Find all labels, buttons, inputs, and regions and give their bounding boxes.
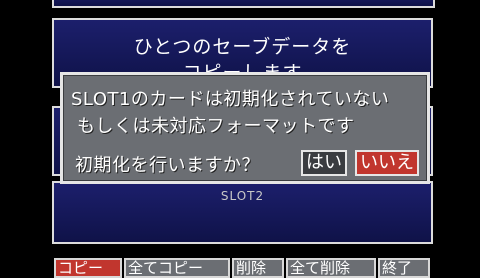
menu-copy-button[interactable]: コピー xyxy=(54,258,122,278)
menu-delete-all-button[interactable]: 全て削除 xyxy=(286,258,376,278)
title-line-1: ひとつのセーブデータを xyxy=(133,36,352,58)
menu-copy-all-button[interactable]: 全てコピー xyxy=(124,258,230,278)
slot2-label: SLOT2 xyxy=(220,189,265,203)
dialog-message-line-2: もしくは未対応フォーマットです xyxy=(77,116,355,137)
initialize-dialog: SLOT1のカードは初期化されていない もしくは未対応フォーマットです 初期化を… xyxy=(60,72,430,184)
slot2-panel: SLOT2 xyxy=(52,181,433,244)
bottom-menu: コピー 全てコピー 削除 全て削除 終了 xyxy=(54,258,430,278)
top-panel xyxy=(52,0,435,8)
dialog-message-line-1: SLOT1のカードは初期化されていない xyxy=(71,89,390,110)
menu-exit-button[interactable]: 終了 xyxy=(378,258,430,278)
no-button[interactable]: いいえ xyxy=(355,150,419,176)
menu-delete-button[interactable]: 削除 xyxy=(232,258,284,278)
yes-button[interactable]: はい xyxy=(301,150,347,176)
dialog-question: 初期化を行いますか？ xyxy=(75,155,260,176)
